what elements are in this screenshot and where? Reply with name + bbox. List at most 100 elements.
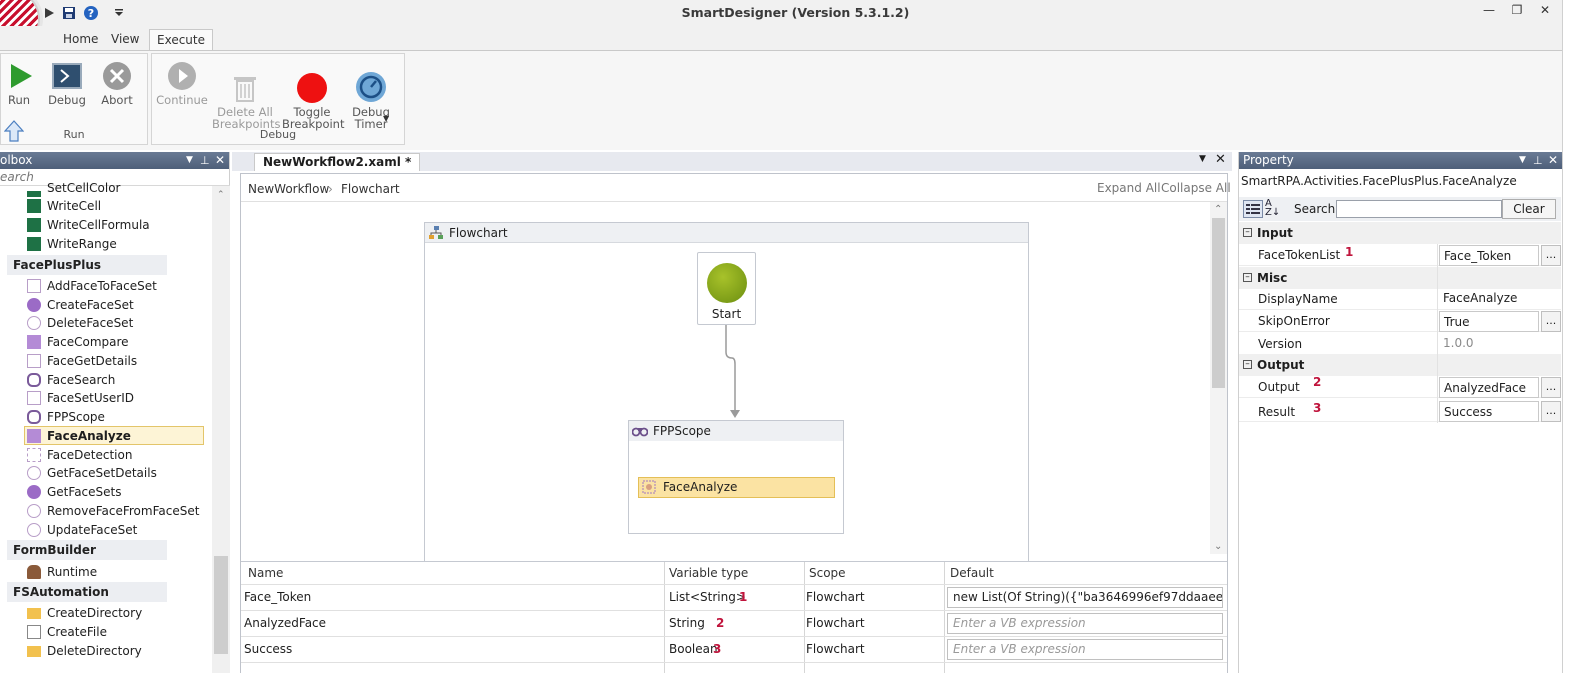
- abort-icon: [103, 62, 131, 90]
- flow-connector[interactable]: [720, 324, 750, 420]
- toolbox-item[interactable]: AddFaceToFaceSet: [27, 277, 157, 295]
- breadcrumb-newworkflow[interactable]: NewWorkflow: [248, 182, 329, 196]
- property-value-input[interactable]: Face_Token: [1439, 245, 1539, 266]
- toolbox-item-faceanalyze[interactable]: FaceAnalyze: [27, 427, 131, 445]
- property-category-misc[interactable]: Misc: [1239, 267, 1561, 289]
- property-category-input[interactable]: Input: [1239, 222, 1561, 244]
- variable-name[interactable]: Success: [244, 636, 292, 662]
- restore-button[interactable]: ❐: [1506, 3, 1528, 21]
- property-search-input[interactable]: [1336, 200, 1502, 218]
- trash-icon: [234, 77, 256, 102]
- toolbox-item-runtime[interactable]: Runtime: [27, 563, 97, 581]
- variable-default-input[interactable]: new List(Of String)({"ba3646996ef97ddaae…: [947, 587, 1223, 608]
- variable-type[interactable]: Boolean: [669, 636, 718, 662]
- toolbox-item[interactable]: UpdateFaceSet: [27, 521, 137, 539]
- close-window-button[interactable]: ✕: [1534, 3, 1556, 21]
- variable-type[interactable]: List<String>: [669, 584, 746, 610]
- toolbox-category-formbuilder[interactable]: FormBuilder: [7, 540, 167, 560]
- document-list-dropdown-icon[interactable]: ▼: [1199, 154, 1206, 164]
- categorized-view-icon[interactable]: [1243, 200, 1263, 218]
- faceanalyze-activity[interactable]: FaceAnalyze: [638, 477, 835, 498]
- property-ellipsis-button[interactable]: ...: [1541, 245, 1561, 266]
- toolbox-item[interactable]: DeleteFaceSet: [27, 314, 133, 332]
- toolbox-item[interactable]: FaceDetection: [27, 446, 132, 464]
- toolbox-item-writecell[interactable]: WriteCell: [27, 197, 101, 215]
- property-value-input[interactable]: AnalyzedFace: [1439, 377, 1539, 398]
- collapse-icon[interactable]: –: [1243, 273, 1252, 282]
- variable-scope[interactable]: Flowchart: [806, 610, 865, 636]
- run-button[interactable]: Run: [2, 60, 36, 106]
- collapse-icon[interactable]: –: [1243, 360, 1252, 369]
- toolbox-item[interactable]: GetFaceSets: [27, 483, 121, 501]
- property-dropdown-icon[interactable]: ▼: [1519, 152, 1526, 169]
- delete-all-breakpoints-button[interactable]: Delete All Breakpoints: [212, 60, 280, 142]
- toolbox-item[interactable]: RemoveFaceFromFaceSet: [27, 502, 199, 520]
- variable-default-input[interactable]: Enter a VB expression: [947, 639, 1223, 660]
- toolbox-item[interactable]: DeleteDirectory: [27, 642, 142, 660]
- breadcrumb-flowchart[interactable]: Flowchart: [341, 182, 400, 196]
- toolbox-item[interactable]: CreateFile: [27, 623, 107, 641]
- tab-execute[interactable]: Execute: [149, 29, 213, 50]
- debug-button[interactable]: Debug: [46, 60, 88, 106]
- property-ellipsis-button[interactable]: ...: [1541, 377, 1561, 398]
- toolbox-category-fsautomation[interactable]: FSAutomation: [7, 582, 167, 602]
- property-category-output[interactable]: Output: [1239, 354, 1561, 376]
- property-clear-button[interactable]: Clear: [1502, 199, 1556, 219]
- document-tab[interactable]: NewWorkflow2.xaml *: [254, 153, 421, 171]
- toolbox-dropdown-icon[interactable]: ▼: [186, 152, 193, 169]
- scroll-down-icon[interactable]: ⌄: [1214, 541, 1222, 552]
- toolbox-item[interactable]: FaceSearch: [27, 371, 115, 389]
- toolbox-item[interactable]: FaceCompare: [27, 333, 129, 351]
- toolbox-item[interactable]: FaceGetDetails: [27, 352, 137, 370]
- minimize-button[interactable]: —: [1478, 3, 1500, 21]
- collapse-all-link[interactable]: Collapse All: [1161, 181, 1231, 195]
- toolbox-item[interactable]: FaceSetUserID: [27, 389, 134, 407]
- up-arrow-icon[interactable]: [3, 120, 25, 145]
- designer-scroll-thumb[interactable]: [1212, 218, 1225, 388]
- toolbox-item-setcellcolor[interactable]: SetCellColor: [27, 179, 120, 197]
- expand-all-link[interactable]: Expand All: [1097, 181, 1161, 195]
- toolbox-item-writecellformula[interactable]: WriteCellFormula: [27, 216, 150, 234]
- variable-name[interactable]: Face_Token: [244, 584, 311, 610]
- fppscope-header[interactable]: FPPScope: [629, 421, 843, 441]
- variable-name[interactable]: AnalyzedFace: [244, 610, 326, 636]
- toolbox-item[interactable]: CreateDirectory: [27, 604, 142, 622]
- variable-type[interactable]: String: [669, 610, 705, 636]
- toolbox-item[interactable]: CreateFaceSet: [27, 296, 134, 314]
- toolbox-category-faceplusplus[interactable]: FacePlusPlus: [7, 255, 167, 275]
- toolbox-scroll-thumb[interactable]: [214, 556, 228, 654]
- scroll-up-icon[interactable]: ⌃: [217, 190, 225, 200]
- debug-label: Debug: [48, 93, 86, 107]
- variable-scope[interactable]: Flowchart: [806, 636, 865, 662]
- toolbox-item[interactable]: FPPScope: [27, 408, 105, 426]
- toolbox-pin-icon[interactable]: ⊥: [200, 152, 210, 169]
- designer-scrollbar[interactable]: ⌃ ⌄: [1210, 202, 1227, 554]
- debug-timer-dropdown-icon[interactable]: ▼: [383, 114, 389, 123]
- close-document-icon[interactable]: ✕: [1215, 152, 1226, 167]
- collapse-icon[interactable]: –: [1243, 228, 1252, 237]
- tab-view[interactable]: View: [104, 29, 146, 50]
- toolbox-item-writerange[interactable]: WriteRange: [27, 235, 117, 253]
- property-value-input[interactable]: Success: [1439, 401, 1539, 422]
- variable-scope[interactable]: Flowchart: [806, 584, 865, 610]
- abort-button[interactable]: Abort: [98, 60, 136, 106]
- toolbox-scrollbar[interactable]: ⌃: [212, 186, 230, 673]
- debug-timer-button[interactable]: Debug Timer: [346, 58, 396, 142]
- property-value-input[interactable]: True: [1439, 311, 1539, 332]
- toolbox-close-icon[interactable]: ✕: [215, 152, 225, 169]
- toggle-breakpoint-button[interactable]: Toggle Breakpoint: [282, 60, 344, 142]
- toolbox-item[interactable]: GetFaceSetDetails: [27, 464, 157, 482]
- property-close-icon[interactable]: ✕: [1548, 152, 1558, 169]
- continue-button[interactable]: Continue: [156, 60, 208, 106]
- tab-home[interactable]: Home: [56, 29, 105, 50]
- property-ellipsis-button[interactable]: ...: [1541, 311, 1561, 332]
- flowchart-header[interactable]: Flowchart: [425, 223, 1028, 243]
- property-pin-icon[interactable]: ⊥: [1533, 152, 1543, 169]
- alphabetical-sort-icon[interactable]: A Z↓: [1265, 199, 1280, 218]
- property-value-input[interactable]: FaceAnalyze: [1439, 288, 1539, 309]
- property-ellipsis-button[interactable]: ...: [1541, 401, 1561, 422]
- column-divider: [804, 562, 805, 673]
- variable-default-input[interactable]: Enter a VB expression: [947, 613, 1223, 634]
- property-column-divider: [1437, 244, 1438, 423]
- scroll-up-icon[interactable]: ⌃: [1214, 204, 1222, 215]
